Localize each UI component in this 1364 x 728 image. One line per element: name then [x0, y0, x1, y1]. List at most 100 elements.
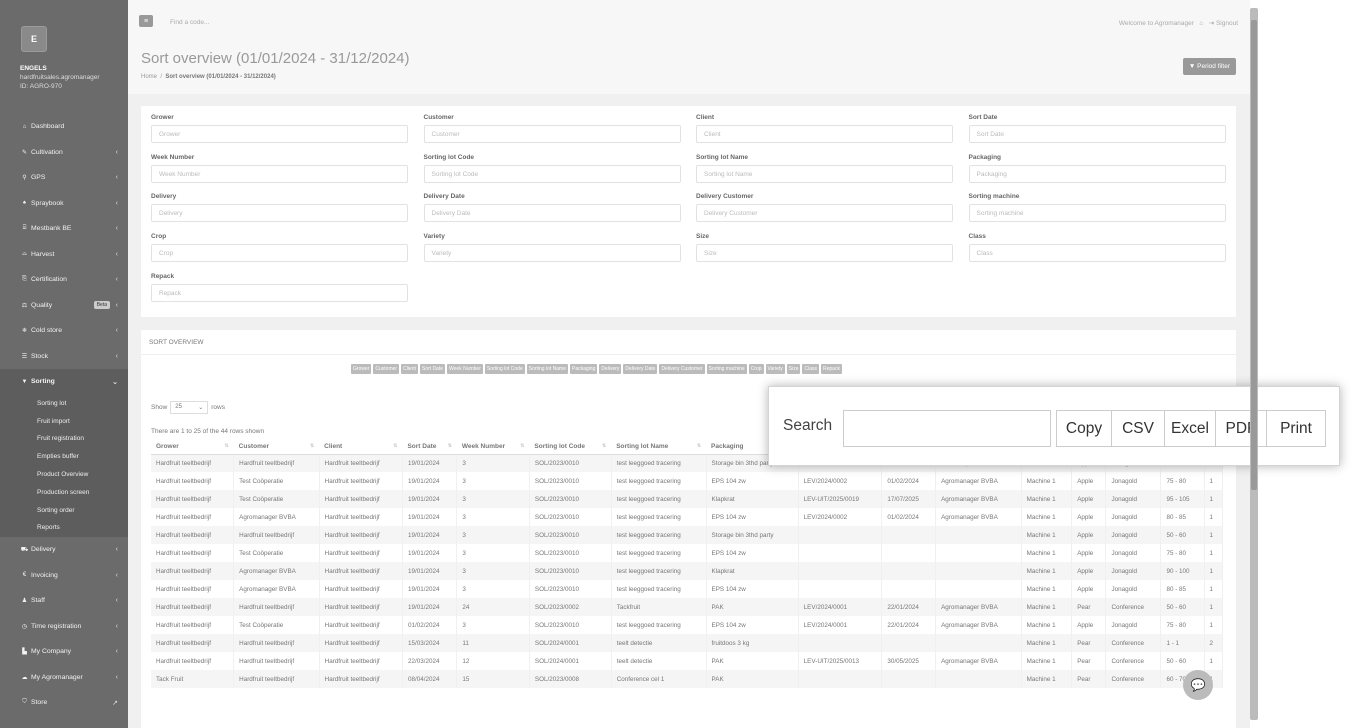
sidebar-item-my-company[interactable]: ▙ My Company ‹ — [0, 639, 128, 665]
filter-input[interactable]: Delivery Customer — [696, 204, 953, 223]
filter-input[interactable]: Delivery — [151, 204, 408, 223]
scrollbar-thumb[interactable] — [1251, 20, 1257, 490]
period-filter-button[interactable]: ▼ Period filter — [1182, 58, 1236, 75]
column-toggle-button[interactable]: Sort Date — [419, 364, 446, 374]
excel-button[interactable]: Excel — [1164, 410, 1216, 447]
column-toggle-button[interactable]: Customer — [373, 364, 400, 374]
filter-input[interactable]: Week Number — [151, 164, 408, 183]
submenu-item-production-screen[interactable]: Production screen — [0, 483, 128, 501]
table-row[interactable]: Hardfruit teeltbedrijf Hardfruit teeltbed… — [151, 634, 1224, 652]
table-cell: Agromanager BVBA — [935, 616, 1022, 634]
rows-per-page-select[interactable]: 25 ⌄ — [170, 401, 209, 414]
csv-button[interactable]: CSV — [1111, 410, 1165, 447]
column-toggle-button[interactable]: Variety — [765, 364, 785, 374]
table-row[interactable]: Tack Fruit Hardfruit teeltbedrijf Hardfrui… — [151, 670, 1224, 688]
sidebar-item-spraybook[interactable]: ♠ Spraybook ‹ — [0, 191, 128, 217]
sidebar-item-certification[interactable]: ⎘ Certification ‹ — [0, 267, 128, 293]
sidebar-item-sorting[interactable]: ▼ Sorting ⌄ — [0, 369, 128, 395]
filter-input[interactable]: Crop — [151, 244, 408, 263]
sidebar-item-dashboard[interactable]: ⌂ Dashboard — [0, 114, 128, 140]
chat-icon[interactable]: 💬 — [1183, 670, 1213, 700]
sidebar-item-cold-store[interactable]: ❄ Cold store ‹ — [0, 318, 128, 344]
scrollbar[interactable] — [1250, 8, 1258, 720]
filter-input[interactable]: Client — [696, 125, 953, 143]
find-code-input[interactable]: Find a code... — [170, 19, 209, 26]
sidebar-item-staff[interactable]: ♟ Staff ‹ — [0, 588, 128, 614]
filter-input[interactable]: Repack — [151, 283, 408, 302]
column-header[interactable]: Sort Date ⇅ — [402, 439, 457, 455]
column-header[interactable]: Customer ⇅ — [233, 439, 320, 455]
table-row[interactable]: Hardfruit teeltbedrijf Hardfruit teeltbed… — [151, 598, 1224, 616]
sidebar-item-gps[interactable]: ⚲ GPS ‹ — [0, 165, 128, 191]
filter-input[interactable]: Sort Date — [968, 125, 1226, 143]
column-toggle-button[interactable]: Week Number — [447, 364, 483, 374]
column-toggle-button[interactable]: Sorting lot Code — [484, 364, 525, 374]
column-header-label: Week Number — [461, 442, 506, 450]
filter-input[interactable]: Customer — [423, 125, 681, 143]
submenu-item-fruit-import[interactable]: Fruit import — [0, 412, 128, 430]
filter-input[interactable]: Size — [696, 244, 953, 263]
filter-input[interactable]: Sorting lot Code — [423, 164, 681, 183]
table-row[interactable]: Hardfruit teeltbedrijf Test Coöperatie Har… — [151, 544, 1224, 562]
column-toggle-button[interactable]: Crop — [748, 364, 764, 374]
column-toggle-button[interactable]: Grower — [351, 364, 372, 374]
copy-button[interactable]: Copy — [1056, 410, 1112, 447]
column-header[interactable]: Sorting lot Name ⇅ — [611, 439, 707, 455]
column-toggle-button[interactable]: Sorting machine — [706, 364, 747, 374]
sidebar-item-delivery[interactable]: ⛟ Delivery ‹ — [0, 537, 128, 563]
filter-input[interactable]: Packaging — [968, 164, 1226, 183]
column-toggle-button[interactable]: Client — [401, 364, 418, 374]
filter-input[interactable]: Variety — [423, 244, 681, 263]
home-icon[interactable]: ⌂ — [1199, 20, 1203, 27]
table-row[interactable]: Hardfruit teeltbedrijf Test Coöperatie Har… — [151, 616, 1224, 634]
sidebar-item-label: Store — [31, 699, 48, 707]
company-logo[interactable]: E — [21, 26, 47, 52]
table-row[interactable]: Hardfruit teeltbedrijf Agromanager BVBA Ha… — [151, 562, 1224, 580]
column-header[interactable]: Week Number ⇅ — [456, 439, 530, 455]
column-toggle-button[interactable]: Class — [802, 364, 819, 374]
table-row[interactable]: Hardfruit teeltbedrijf Hardfruit teeltbed… — [151, 526, 1224, 544]
table-row[interactable]: Hardfruit teeltbedrijf Test Coöperatie Har… — [151, 490, 1224, 508]
sidebar-item-quality[interactable]: ⚖ Quality Beta ‹ — [0, 293, 128, 319]
search-input[interactable] — [843, 410, 1051, 447]
table-row[interactable]: Hardfruit teeltbedrijf Test Coöperatie Har… — [151, 472, 1224, 490]
column-toggle-button[interactable]: Delivery — [599, 364, 622, 374]
table-row[interactable]: Hardfruit teeltbedrijf Hardfruit teeltbed… — [151, 652, 1224, 670]
submenu-item-fruit-registration[interactable]: Fruit registration — [0, 430, 128, 448]
pdf-button[interactable]: PDF — [1215, 410, 1267, 447]
filter-input[interactable]: Delivery Date — [423, 204, 681, 223]
column-header[interactable]: Grower ⇅ — [151, 439, 234, 455]
sidebar-item-time-registration[interactable]: ◷ Time registration ‹ — [0, 613, 128, 639]
column-header[interactable]: Sorting lot Code ⇅ — [529, 439, 612, 455]
sidebar-item-harvest[interactable]: ⌓ Harvest ‹ — [0, 242, 128, 268]
submenu-item-product-overview[interactable]: Product Overview — [0, 466, 128, 484]
column-toggle-button[interactable]: Delivery Customer — [659, 364, 705, 374]
column-header[interactable]: Client ⇅ — [319, 439, 403, 455]
filter-input[interactable]: Sorting machine — [968, 204, 1226, 223]
sidebar-item-store[interactable]: ⛉ Store ↗ — [0, 690, 128, 716]
filter-input[interactable]: Class — [968, 244, 1226, 263]
print-button[interactable]: Print — [1266, 410, 1326, 447]
submenu-item-sorting-order[interactable]: Sorting order — [0, 501, 128, 519]
menu-icon[interactable]: ≡ — [139, 15, 153, 27]
submenu-item-reports[interactable]: Reports — [0, 519, 128, 537]
sidebar-item-mestbank-be[interactable]: ⌸ Mestbank BE ‹ — [0, 216, 128, 242]
signout-link[interactable]: ⇥ Signout — [1209, 20, 1238, 27]
sidebar-item-invoicing[interactable]: € Invoicing ‹ — [0, 562, 128, 588]
column-toggle-button[interactable]: Sorting lot Name — [526, 364, 568, 374]
table-cell: Machine 1 — [1021, 634, 1073, 652]
table-row[interactable]: Hardfruit teeltbedrijf Agromanager BVBA Ha… — [151, 580, 1224, 598]
table-row[interactable]: Hardfruit teeltbedrijf Agromanager BVBA Ha… — [151, 508, 1224, 526]
sidebar-item-cultivation[interactable]: ✎ Cultivation ‹ — [0, 140, 128, 166]
column-toggle-button[interactable]: Packaging — [570, 364, 598, 374]
submenu-item-sorting-lot[interactable]: Sorting lot — [0, 395, 128, 413]
filter-input[interactable]: Sorting lot Name — [696, 164, 953, 183]
sidebar-item-stock[interactable]: ☰ Stock ‹ — [0, 344, 128, 370]
column-toggle-button[interactable]: Size — [786, 364, 801, 374]
breadcrumb-home[interactable]: Home — [141, 74, 157, 80]
sidebar-item-my-agromanager[interactable]: ☁ My Agromanager ‹ — [0, 664, 128, 690]
column-toggle-button[interactable]: Delivery Date — [623, 364, 658, 374]
column-toggle-button[interactable]: Repack — [821, 364, 842, 374]
submenu-item-empties-buffer[interactable]: Empties buffer — [0, 448, 128, 466]
filter-input[interactable]: Grower — [151, 125, 408, 143]
